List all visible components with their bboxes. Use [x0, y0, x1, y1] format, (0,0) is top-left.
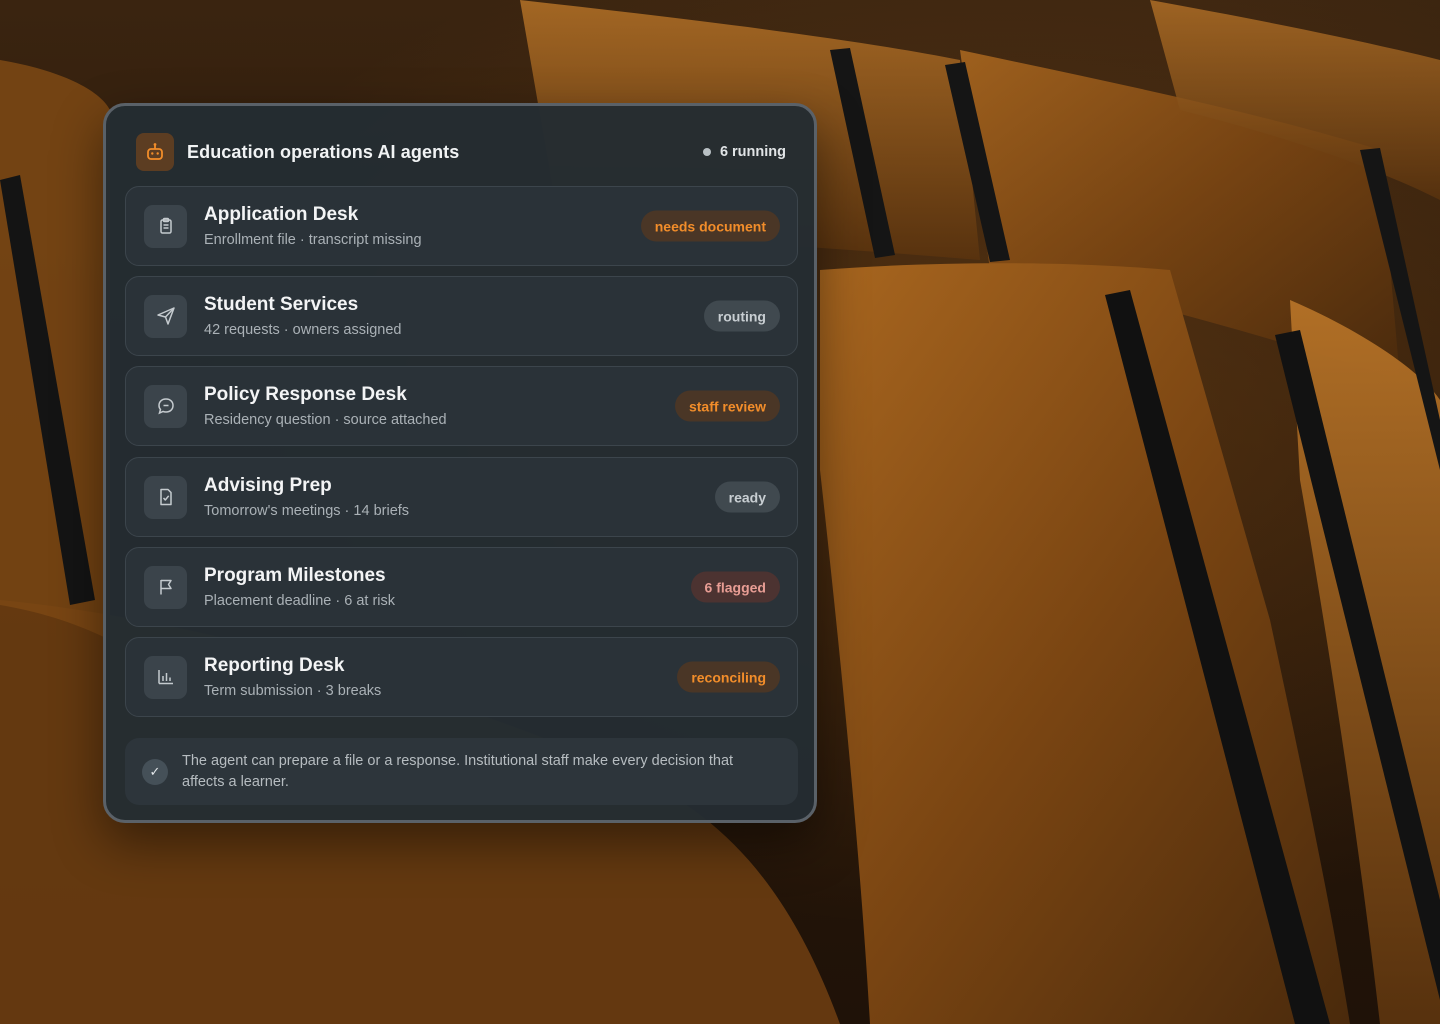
agent-detail: 42 requests · owners assigned	[204, 322, 402, 338]
agent-name: Advising Prep	[204, 475, 332, 496]
check-icon: ✓	[142, 758, 168, 785]
running-count: 6 running	[719, 144, 786, 160]
panel-title: Education operations AI agents	[187, 141, 460, 162]
agent-detail: Enrollment file · transcript missing	[204, 232, 422, 248]
agent-detail: Residency question · source attached	[204, 412, 447, 428]
policy-note: ✓ The agent can prepare a file or a resp…	[125, 738, 798, 805]
status-badge: 6 flagged	[690, 571, 780, 603]
status-badge: ready	[714, 481, 780, 513]
agent-name: Program Milestones	[204, 565, 386, 586]
agent-name: Student Services	[204, 294, 359, 315]
agent-detail: Term submission · 3 breaks	[204, 683, 382, 699]
agent-card-application-desk[interactable]: Application Desk Enrollment file · trans…	[125, 186, 798, 266]
agent-detail: Tomorrow's meetings · 14 briefs	[204, 503, 410, 519]
flag-icon	[144, 565, 187, 609]
agent-name: Reporting Desk	[204, 655, 345, 676]
agent-name: Application Desk	[204, 204, 359, 225]
chat-icon	[144, 384, 187, 428]
running-status: 6 running	[702, 144, 786, 160]
panel-header: Education operations AI agents 6 running	[136, 132, 786, 172]
bar-chart-icon	[144, 655, 187, 699]
agents-panel: Education operations AI agents 6 running…	[103, 103, 817, 823]
agent-card-student-services[interactable]: Student Services 42 requests · owners as…	[125, 276, 798, 356]
agent-card-program-milestones[interactable]: Program Milestones Placement deadline · …	[125, 547, 798, 627]
agent-detail: Placement deadline · 6 at risk	[204, 593, 396, 609]
status-badge: reconciling	[677, 661, 780, 693]
policy-note-text: The agent can prepare a file or a respon…	[182, 752, 734, 790]
status-badge: staff review	[674, 390, 780, 422]
status-dot	[702, 148, 711, 156]
status-badge: needs document	[640, 210, 780, 242]
agent-name: Policy Response Desk	[204, 384, 407, 405]
robot-icon	[136, 133, 174, 171]
agent-card-policy-response-desk[interactable]: Policy Response Desk Residency question …	[125, 366, 798, 446]
status-badge: routing	[703, 300, 780, 332]
agent-card-reporting-desk[interactable]: Reporting Desk Term submission · 3 break…	[125, 637, 798, 717]
clipboard-icon	[144, 204, 187, 248]
document-check-icon	[144, 475, 187, 519]
send-icon	[144, 294, 187, 338]
agent-card-advising-prep[interactable]: Advising Prep Tomorrow's meetings · 14 b…	[125, 457, 798, 537]
